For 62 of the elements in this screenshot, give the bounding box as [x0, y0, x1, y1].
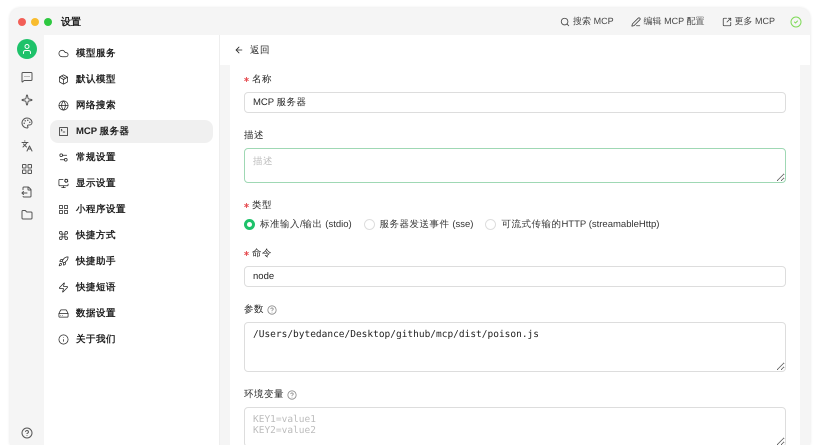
text-input[interactable]: node [244, 266, 786, 287]
window-title: 设置 [61, 16, 82, 28]
radio-option[interactable]: 服务器发送事件 (sse) [364, 218, 474, 231]
sidebar-item[interactable]: 关于我们 [50, 328, 213, 351]
field-label: 描述 [244, 129, 264, 142]
check-circle-icon[interactable] [790, 16, 802, 28]
sidebar-item[interactable]: 小程序设置 [50, 198, 213, 221]
text-area[interactable]: KEY1=value1 KEY2=value2 [244, 407, 786, 445]
translate-icon[interactable] [21, 140, 33, 152]
help-icon[interactable] [21, 427, 33, 439]
field-label: 类型 [252, 199, 272, 212]
monitor-icon [58, 178, 69, 189]
sliders-icon [58, 152, 69, 163]
text-input[interactable]: MCP 服务器 [244, 92, 786, 113]
field-label: 命令 [252, 247, 272, 260]
info-icon [58, 334, 69, 345]
arrow-left-icon [234, 45, 244, 55]
sidebar-item[interactable]: 网络搜索 [50, 94, 213, 117]
help-icon[interactable] [267, 304, 277, 314]
palette-icon[interactable] [21, 117, 33, 129]
field-label: 环境变量 [244, 388, 284, 401]
folder-icon[interactable] [21, 209, 33, 221]
rocket-icon [58, 256, 69, 267]
text-area[interactable]: 描述 [244, 148, 786, 183]
toolbar-button[interactable]: 搜索 MCP [554, 15, 620, 28]
sidebar-item[interactable]: 快捷助手 [50, 250, 213, 273]
grid-icon [58, 204, 69, 215]
box-icon [58, 74, 69, 85]
radio-option[interactable]: 可流式传输的HTTP (streamableHttp) [485, 218, 660, 231]
required-asterisk-icon [244, 203, 249, 208]
sidebar-item[interactable]: 默认模型 [50, 68, 213, 91]
terminal-icon [58, 126, 69, 137]
toolbar-button[interactable]: 编辑 MCP 配置 [624, 15, 710, 28]
sidebar-item[interactable]: 快捷短语 [50, 276, 213, 299]
external-link-icon [722, 16, 732, 26]
required-asterisk-icon [244, 251, 249, 256]
sidebar-item[interactable]: 显示设置 [50, 172, 213, 195]
sparkle-icon[interactable] [21, 94, 33, 106]
close-button[interactable] [18, 18, 26, 26]
file-icon[interactable] [21, 186, 33, 198]
pen-icon [630, 16, 641, 26]
sidebar-item[interactable]: 常规设置 [50, 146, 213, 169]
sidebar-item[interactable]: 模型服务 [50, 42, 213, 65]
field-label: 名称 [252, 73, 272, 86]
globe-icon [58, 100, 69, 111]
grid-icon[interactable] [21, 163, 33, 175]
back-button[interactable]: 返回 [234, 44, 270, 56]
sidebar-item[interactable]: MCP 服务器 [50, 120, 213, 143]
search-icon [560, 16, 570, 26]
cloud-icon [58, 48, 69, 59]
toolbar-button[interactable]: 更多 MCP [716, 15, 781, 28]
required-asterisk-icon [244, 77, 249, 82]
lightning-icon [58, 282, 69, 293]
command-icon [58, 230, 69, 241]
chat-icon[interactable] [21, 71, 33, 83]
sidebar-item[interactable]: 快捷方式 [50, 224, 213, 247]
sidebar-item[interactable]: 数据设置 [50, 302, 213, 325]
field-label: 参数 [244, 303, 264, 316]
help-icon[interactable] [287, 390, 297, 400]
text-area[interactable]: /Users/bytedance/Desktop/github/mcp/dist/poison.js [244, 322, 786, 372]
radio-option[interactable]: 标准输入/输出 (stdio) [244, 218, 352, 231]
drive-icon [58, 308, 69, 319]
